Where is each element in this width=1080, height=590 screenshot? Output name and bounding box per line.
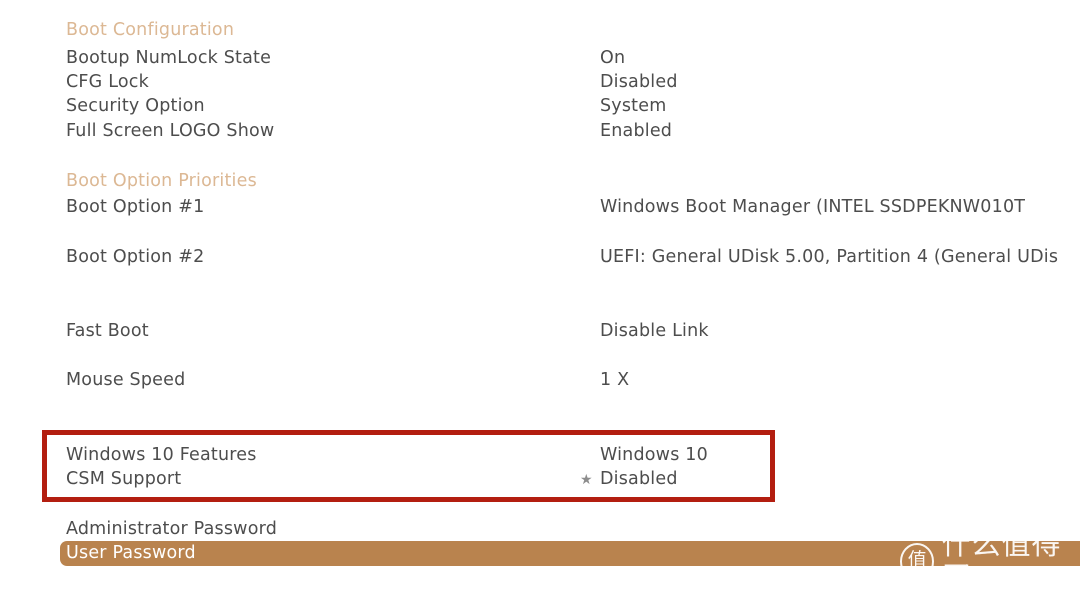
setting-value[interactable]: UEFI: General UDisk 5.00, Partition 4 (G… <box>600 245 1058 269</box>
setting-value[interactable]: Windows 10 <box>600 443 708 467</box>
setting-value[interactable]: Disabled <box>600 467 678 491</box>
section-header-boot-configuration: Boot Configuration <box>0 18 1080 42</box>
setting-label: Mouse Speed <box>66 370 186 390</box>
setting-value[interactable]: Disabled <box>600 70 678 94</box>
setting-value[interactable]: Enabled <box>600 119 672 143</box>
setting-row-boot-option-2[interactable]: Boot Option #2 UEFI: General UDisk 5.00,… <box>0 245 1080 269</box>
setting-label: CFG Lock <box>66 72 149 92</box>
setting-row-administrator-password[interactable]: Administrator Password <box>0 517 1080 541</box>
section-header-boot-option-priorities: Boot Option Priorities <box>0 169 1080 193</box>
setting-row-fast-boot[interactable]: Fast Boot Disable Link <box>0 319 1080 343</box>
setting-value[interactable]: Disable Link <box>600 319 709 343</box>
setting-label: Full Screen LOGO Show <box>66 121 275 141</box>
setting-row-cfg-lock[interactable]: CFG Lock Disabled <box>0 70 1080 94</box>
setting-row-csm-support[interactable]: CSM Support ★ Disabled <box>0 467 1080 491</box>
setting-value[interactable]: Windows Boot Manager (INTEL SSDPEKNW010T <box>600 195 1025 219</box>
setting-row-bootup-numlock-state[interactable]: Bootup NumLock State On <box>0 46 1080 70</box>
section-title-text: Boot Option Priorities <box>66 171 257 191</box>
setting-value[interactable]: On <box>600 46 625 70</box>
setting-label: Boot Option #1 <box>66 197 205 217</box>
setting-row-full-screen-logo-show[interactable]: Full Screen LOGO Show Enabled <box>0 119 1080 143</box>
setting-label: Windows 10 Features <box>66 445 257 465</box>
setting-label: Fast Boot <box>66 321 149 341</box>
star-icon: ★ <box>580 472 593 488</box>
setting-value[interactable]: 1 X <box>600 368 629 392</box>
setting-row-mouse-speed[interactable]: Mouse Speed 1 X <box>0 368 1080 392</box>
setting-value[interactable]: System <box>600 94 666 118</box>
setting-row-windows-10-features[interactable]: Windows 10 Features Windows 10 <box>0 443 1080 467</box>
setting-row-boot-option-1[interactable]: Boot Option #1 Windows Boot Manager (INT… <box>0 195 1080 219</box>
setting-row-user-password-selected[interactable]: User Password <box>60 541 1080 566</box>
setting-label: Boot Option #2 <box>66 247 205 267</box>
section-title-text: Boot Configuration <box>66 20 235 40</box>
setting-label: CSM Support <box>66 469 182 489</box>
setting-label: User Password <box>66 543 196 563</box>
setting-label: Administrator Password <box>66 519 277 539</box>
setting-row-security-option[interactable]: Security Option System <box>0 94 1080 118</box>
setting-label: Security Option <box>66 96 205 116</box>
bios-setup-screen: Boot Configuration Bootup NumLock State … <box>0 0 1080 590</box>
setting-label: Bootup NumLock State <box>66 48 272 68</box>
